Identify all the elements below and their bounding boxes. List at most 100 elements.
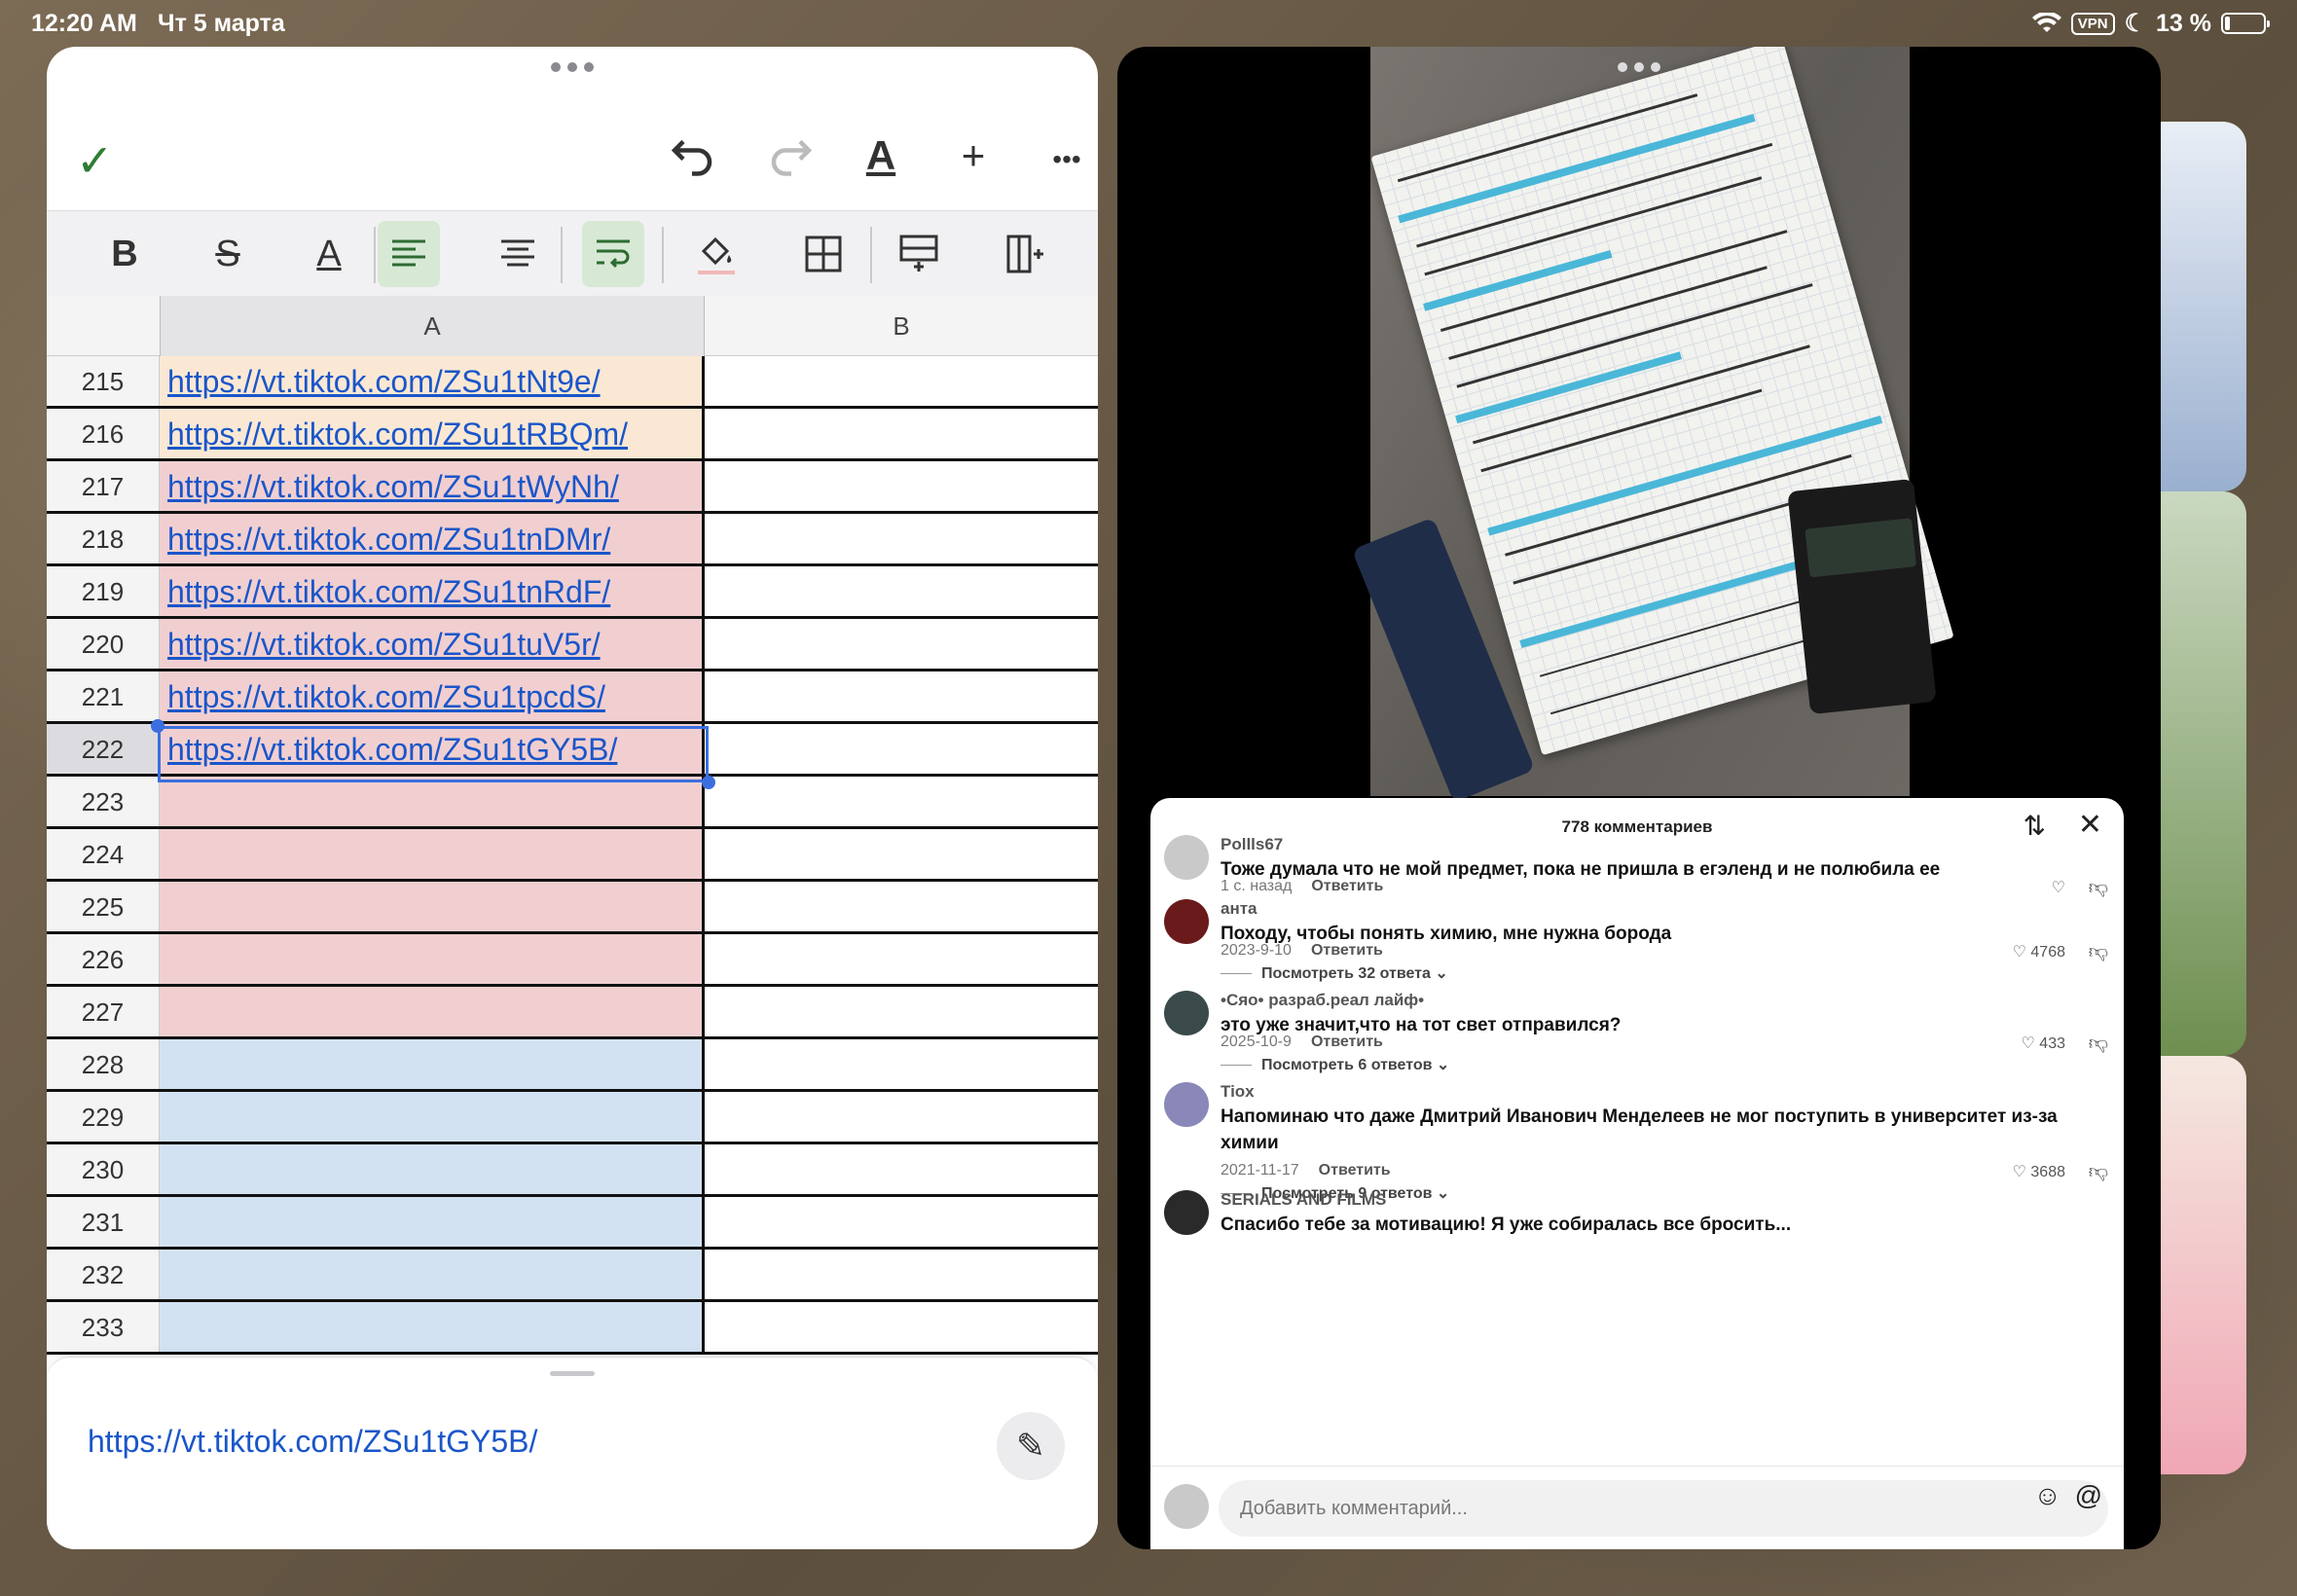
cell-b[interactable]	[708, 777, 1098, 826]
cell-editor-value[interactable]: https://vt.tiktok.com/ZSu1tGY5B/	[88, 1424, 537, 1460]
cell-a[interactable]	[160, 1197, 705, 1247]
row-number[interactable]: 226	[47, 934, 160, 984]
avatar[interactable]	[1164, 991, 1209, 1035]
avatar[interactable]	[1164, 1082, 1209, 1127]
cell-a[interactable]: https://vt.tiktok.com/ZSu1tnRdF/	[160, 566, 705, 616]
row-number[interactable]: 217	[47, 461, 160, 511]
selection-handle-top[interactable]	[151, 719, 164, 733]
cell-b[interactable]	[708, 619, 1098, 669]
align-left-button[interactable]	[378, 221, 440, 287]
text-color-button[interactable]: A	[298, 221, 360, 287]
cell-b[interactable]	[708, 1092, 1098, 1142]
cell-a[interactable]	[160, 829, 705, 879]
cell-a[interactable]	[160, 882, 705, 931]
cell-a[interactable]: https://vt.tiktok.com/ZSu1tWyNh/	[160, 461, 705, 511]
align-center-button[interactable]	[487, 221, 549, 287]
undo-icon[interactable]	[666, 132, 724, 177]
reply-button[interactable]: Ответить	[1319, 1162, 1391, 1179]
edit-button[interactable]: ✎	[997, 1412, 1065, 1480]
window-grip-right[interactable]	[1618, 62, 1660, 72]
comment-username[interactable]: анта	[1221, 899, 1258, 919]
column-a-header[interactable]: A	[160, 296, 705, 356]
row-number[interactable]: 222	[47, 724, 160, 774]
cell-b[interactable]	[708, 356, 1098, 406]
cell-b[interactable]	[708, 514, 1098, 563]
cell-b[interactable]	[708, 829, 1098, 879]
cell-b[interactable]	[708, 461, 1098, 511]
cell-b[interactable]	[708, 1302, 1098, 1352]
row-number[interactable]: 216	[47, 409, 160, 458]
cell-a[interactable]	[160, 1144, 705, 1194]
cell-b[interactable]	[708, 882, 1098, 931]
cell-b[interactable]	[708, 987, 1098, 1036]
video-frame[interactable]	[1351, 47, 1954, 803]
sort-icon[interactable]: ⇅	[2024, 810, 2046, 842]
cell-a[interactable]: https://vt.tiktok.com/ZSu1tnDMr/	[160, 514, 705, 563]
close-icon[interactable]: ✕	[2078, 808, 2102, 842]
done-check-icon[interactable]: ✓	[76, 134, 114, 187]
cell-b[interactable]	[708, 934, 1098, 984]
redo-icon[interactable]	[759, 132, 818, 177]
avatar[interactable]	[1164, 899, 1209, 944]
like-button[interactable]: ♡ 433	[2022, 1034, 2066, 1053]
row-number[interactable]: 219	[47, 566, 160, 616]
comment-input[interactable]: Добавить комментарий...	[1219, 1480, 2108, 1537]
cell-a[interactable]	[160, 1302, 705, 1352]
cell-a[interactable]: https://vt.tiktok.com/ZSu1tuV5r/	[160, 619, 705, 669]
reply-button[interactable]: Ответить	[1311, 942, 1383, 959]
bold-button[interactable]: B	[93, 221, 156, 287]
insert-row-button[interactable]	[888, 221, 950, 287]
app-preview-3[interactable]	[2161, 1056, 2246, 1474]
reply-button[interactable]: Ответить	[1311, 878, 1383, 894]
row-number[interactable]: 215	[47, 356, 160, 406]
cell-a[interactable]	[160, 777, 705, 826]
cell-b[interactable]	[708, 1039, 1098, 1089]
row-number[interactable]: 223	[47, 777, 160, 826]
row-number[interactable]: 227	[47, 987, 160, 1036]
row-number[interactable]: 221	[47, 671, 160, 721]
selection-handle-bottom[interactable]	[702, 776, 715, 789]
cell-b[interactable]	[708, 671, 1098, 721]
view-replies-button[interactable]: Посмотреть 32 ответа ⌄	[1221, 963, 1448, 983]
more-icon[interactable]: •••	[1038, 144, 1096, 175]
cell-a[interactable]: https://vt.tiktok.com/ZSu1tGY5B/	[160, 724, 705, 774]
mention-icon[interactable]: @	[2075, 1480, 2102, 1511]
cell-a[interactable]: https://vt.tiktok.com/ZSu1tNt9e/	[160, 356, 705, 406]
row-number[interactable]: 220	[47, 619, 160, 669]
app-preview-1[interactable]	[2161, 122, 2246, 491]
avatar[interactable]	[1164, 835, 1209, 880]
cell-b[interactable]	[708, 1144, 1098, 1194]
cell-a[interactable]	[160, 1039, 705, 1089]
row-number[interactable]: 229	[47, 1092, 160, 1142]
insert-column-button[interactable]	[995, 221, 1057, 287]
dislike-icon[interactable]: 👎︎	[2089, 876, 2108, 899]
cell-b[interactable]	[708, 409, 1098, 458]
comment-username[interactable]: SERIALS AND FILMS	[1221, 1190, 1386, 1210]
row-number[interactable]: 231	[47, 1197, 160, 1247]
borders-button[interactable]	[792, 221, 855, 287]
like-button[interactable]: ♡	[2052, 878, 2065, 897]
strikethrough-button[interactable]: S	[197, 221, 259, 287]
cell-b[interactable]	[708, 724, 1098, 774]
window-grip[interactable]	[551, 62, 594, 72]
wrap-text-button[interactable]	[582, 221, 644, 287]
dislike-icon[interactable]: 👎︎	[2089, 940, 2108, 963]
row-number[interactable]: 225	[47, 882, 160, 931]
fill-color-button[interactable]	[685, 221, 747, 287]
like-button[interactable]: ♡ 3688	[2013, 1162, 2065, 1181]
cell-a[interactable]: https://vt.tiktok.com/ZSu1tRBQm/	[160, 409, 705, 458]
row-number[interactable]: 218	[47, 514, 160, 563]
dislike-icon[interactable]: 👎︎	[2089, 1032, 2108, 1055]
comment-username[interactable]: Pollls67	[1221, 835, 1283, 854]
comment-username[interactable]: Tiox	[1221, 1082, 1255, 1102]
like-button[interactable]: ♡ 4768	[2013, 942, 2065, 961]
cell-a[interactable]: https://vt.tiktok.com/ZSu1tpcdS/	[160, 671, 705, 721]
cell-a[interactable]	[160, 1250, 705, 1299]
comment-username[interactable]: •Сяо• разраб.реал лайф•	[1221, 991, 1424, 1010]
view-replies-button[interactable]: Посмотреть 6 ответов ⌄	[1221, 1055, 1449, 1074]
row-number[interactable]: 228	[47, 1039, 160, 1089]
row-number[interactable]: 224	[47, 829, 160, 879]
app-preview-2[interactable]	[2161, 491, 2246, 1056]
cell-a[interactable]	[160, 1092, 705, 1142]
add-icon[interactable]: +	[944, 132, 1003, 179]
